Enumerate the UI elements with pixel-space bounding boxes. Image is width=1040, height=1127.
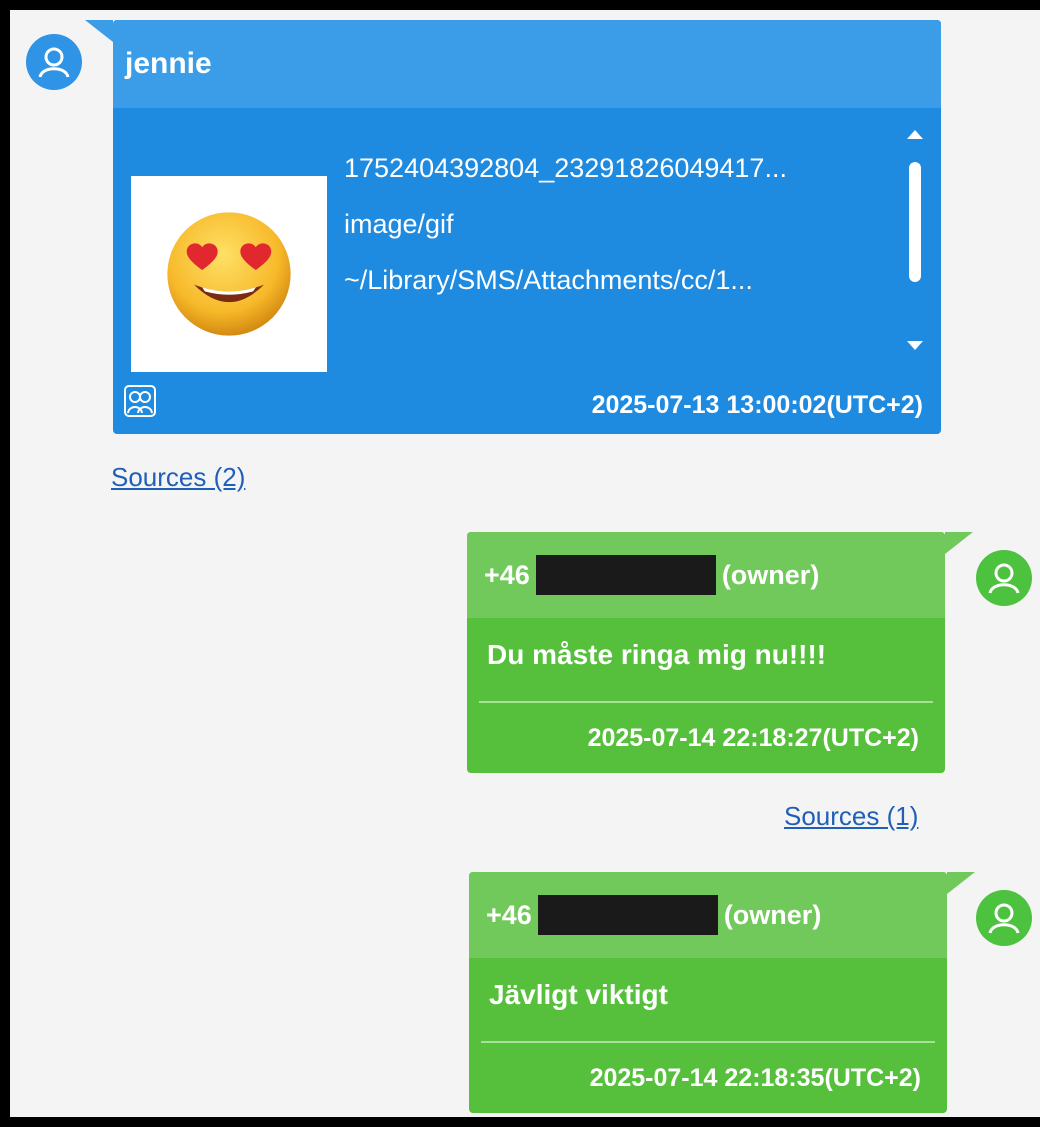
attachment-scrollbar[interactable] [901,124,931,356]
outgoing-message-bubble[interactable]: +46 (owner) Jävligt viktigt 2025-07-14 2… [469,872,975,1113]
sources-link[interactable]: Sources (1) [784,801,918,832]
sender-role: (owner) [723,899,822,930]
scroll-up-arrow-icon[interactable] [907,130,923,139]
attachment-details: 1752404392804_23291826049417... image/gi… [344,140,787,308]
scrollbar-thumb[interactable] [909,162,921,282]
message-timestamp: 2025-07-13 13:00:02(UTC+2) [591,391,923,419]
message-timestamp: 2025-07-14 22:18:35(UTC+2) [589,1064,921,1092]
heart-eyes-emoji-icon [167,212,291,336]
chat-view: jennie 1752404392804_23291826049417... i… [10,10,1040,1117]
attachment-thumbnail[interactable] [131,176,327,372]
message-sender: jennie [113,20,941,108]
sender-prefix: +46 [484,559,530,590]
scroll-down-arrow-icon[interactable] [907,341,923,350]
attachment-mime-type: image/gif [344,209,454,239]
contact-avatar-icon[interactable] [26,34,82,90]
message-sender: +46 (owner) [469,872,947,958]
sources-link[interactable]: Sources (2) [111,462,245,493]
owner-avatar-icon[interactable] [976,890,1032,946]
attachment-path: ~/Library/SMS/Attachments/cc/1... [344,265,753,295]
outgoing-message-bubble[interactable]: +46 (owner) Du måste ringa mig nu!!!! 20… [467,532,973,773]
message-text: Du måste ringa mig nu!!!! [487,638,827,670]
owner-avatar-icon[interactable] [976,550,1032,606]
redaction-box [535,555,716,595]
group-contacts-icon[interactable] [123,384,157,418]
attachment-filename: 1752404392804_23291826049417... [344,153,787,183]
incoming-message-bubble[interactable]: jennie 1752404392804_23291826049417... i… [85,20,941,434]
message-text: Jävligt viktigt [489,978,668,1010]
message-sender: +46 (owner) [467,532,945,618]
sender-role: (owner) [721,559,820,590]
message-timestamp: 2025-07-14 22:18:27(UTC+2) [587,724,919,752]
redaction-box [537,895,718,935]
sender-prefix: +46 [486,899,532,930]
